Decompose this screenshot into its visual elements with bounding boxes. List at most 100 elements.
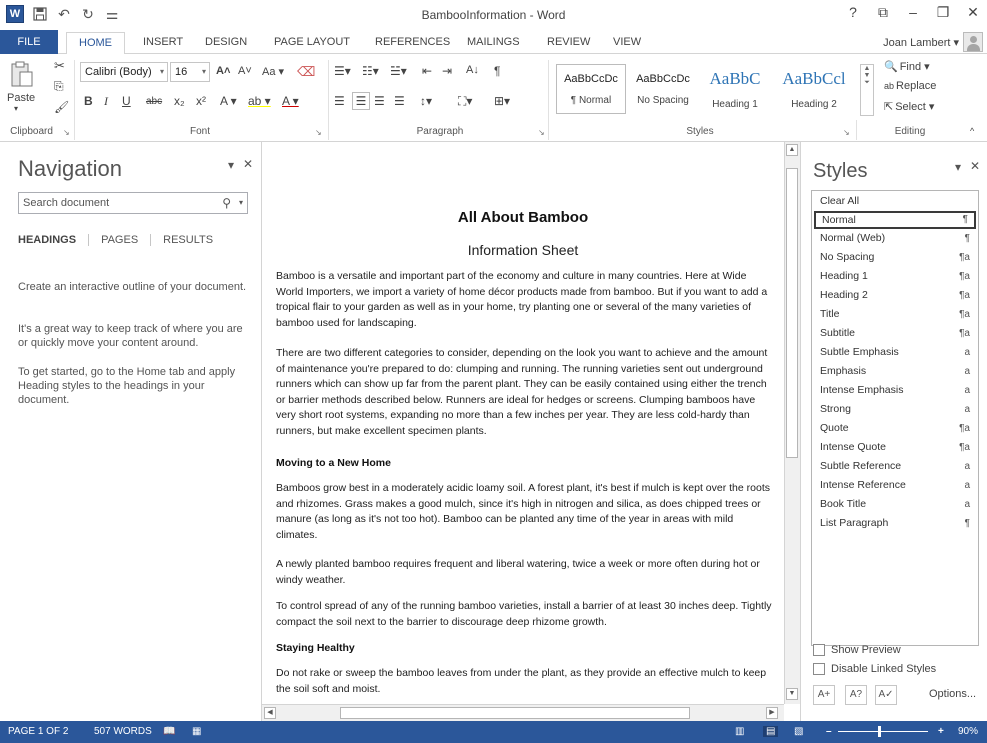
body-paragraph[interactable]: Bamboos grow best in a moderately acidic… [276, 481, 773, 543]
macro-recording-icon[interactable]: ▦ [192, 726, 201, 737]
tab-references[interactable]: REFERENCES [373, 34, 452, 54]
style-item-normal-web[interactable]: Normal (Web) ¶ [814, 230, 976, 248]
show-preview-checkbox[interactable]: Show Preview [813, 644, 901, 656]
zoom-level[interactable]: 90% [958, 726, 978, 737]
increase-indent-icon[interactable]: ⇥ [442, 64, 452, 78]
tab-home[interactable]: HOME [66, 32, 125, 55]
tab-results[interactable]: RESULTS [150, 234, 225, 246]
strikethrough-button[interactable]: abc [146, 96, 162, 107]
style-item-no-spacing[interactable]: No Spacing ¶a [814, 249, 976, 267]
styles-gallery-scroll[interactable]: ▲ ▼ ⏷ [860, 64, 874, 116]
manage-styles-icon[interactable]: A✓ [875, 685, 897, 705]
ribbon-display-options-icon[interactable]: ⧉ [875, 4, 891, 21]
cut-icon[interactable]: ✂ [54, 58, 65, 74]
center-icon[interactable]: ☰ [352, 92, 370, 110]
chevron-down-icon[interactable]: ▾ [239, 193, 243, 213]
customize-qat-icon[interactable]: ⚌ [104, 6, 120, 22]
style-item-subtitle[interactable]: Subtitle ¶a [814, 325, 976, 343]
superscript-button[interactable]: x² [196, 94, 206, 108]
font-launcher-icon[interactable]: ↘ [315, 128, 322, 137]
tab-file[interactable]: FILE [0, 30, 58, 54]
paste-button[interactable]: Paste [7, 92, 35, 104]
restore-icon[interactable]: ❐ [935, 4, 951, 21]
select-button[interactable]: ⇱ Select ▾ [884, 100, 934, 113]
vertical-scrollbar[interactable]: ▲ ▼ [784, 142, 800, 704]
style-item-subtle-emphasis[interactable]: Subtle Emphasis a [814, 344, 976, 362]
horizontal-scrollbar[interactable]: ◀ ▶ [262, 704, 784, 721]
save-icon[interactable] [32, 6, 48, 22]
styles-launcher-icon[interactable]: ↘ [843, 128, 850, 137]
multilevel-list-icon[interactable]: ☱▾ [390, 64, 407, 78]
document-page[interactable]: All About Bamboo Information Sheet Bambo… [262, 142, 784, 704]
style-item-book-title[interactable]: Book Title a [814, 496, 976, 514]
style-item-quote[interactable]: Quote ¶a [814, 420, 976, 438]
word-count[interactable]: 507 WORDS [94, 726, 152, 737]
undo-icon[interactable]: ↶ [56, 6, 72, 22]
help-icon[interactable]: ? [845, 4, 861, 21]
style-item-intense-emphasis[interactable]: Intense Emphasis a [814, 382, 976, 400]
style-item-strong[interactable]: Strong a [814, 401, 976, 419]
zoom-out-button[interactable]: – [826, 726, 832, 737]
zoom-in-button[interactable]: + [938, 726, 944, 737]
paragraph-launcher-icon[interactable]: ↘ [538, 128, 545, 137]
body-paragraph[interactable]: There are two different categories to co… [276, 346, 773, 439]
disable-linked-styles-checkbox[interactable]: Disable Linked Styles [813, 663, 936, 675]
checkbox-box[interactable] [813, 644, 825, 656]
section-heading[interactable]: Staying Healthy [276, 641, 773, 657]
sort-icon[interactable]: A↓ [466, 64, 479, 76]
font-size-combo[interactable]: 16 ▾ [170, 62, 210, 82]
scroll-thumb[interactable] [340, 707, 690, 719]
style-gallery-heading-2[interactable]: AaBbCcl Heading 2 [772, 64, 856, 114]
word-app-icon[interactable]: W [6, 5, 24, 23]
search-icon[interactable]: ⚲ [222, 193, 231, 213]
change-case-button[interactable]: Aa ▾ [262, 65, 284, 78]
italic-button[interactable]: I [104, 94, 108, 109]
style-item-heading-1[interactable]: Heading 1 ¶a [814, 268, 976, 286]
align-right-icon[interactable]: ☰ [374, 94, 385, 108]
style-item-title[interactable]: Title ¶a [814, 306, 976, 324]
show-hide-icon[interactable]: ¶ [494, 64, 500, 78]
tab-mailings[interactable]: MAILINGS [465, 34, 522, 54]
document-subtitle[interactable]: Information Sheet [262, 242, 784, 258]
tab-insert[interactable]: INSERT [141, 34, 185, 54]
scroll-down-icon[interactable]: ▼ [786, 688, 798, 700]
align-left-icon[interactable]: ☰ [334, 94, 345, 108]
style-gallery-no-spacing[interactable]: AaBbCcDc No Spacing [628, 64, 698, 114]
clipboard-launcher-icon[interactable]: ↘ [63, 128, 70, 137]
tab-headings[interactable]: HEADINGS [18, 234, 88, 246]
user-account[interactable]: Joan Lambert ▾ [883, 36, 959, 49]
shading-icon[interactable]: ⛶▾ [458, 94, 472, 109]
scroll-thumb[interactable] [786, 168, 798, 458]
text-effects-button[interactable]: A ▾ [220, 94, 237, 108]
scroll-up-icon[interactable]: ▲ [786, 144, 798, 156]
underline-button[interactable]: U [122, 94, 131, 108]
document-title[interactable]: All About Bamboo [262, 209, 784, 226]
tab-design[interactable]: DESIGN [203, 34, 249, 54]
decrease-indent-icon[interactable]: ⇤ [422, 64, 432, 78]
body-paragraph[interactable]: Bamboo is a versatile and important part… [276, 269, 773, 331]
scroll-right-icon[interactable]: ▶ [766, 707, 778, 719]
line-spacing-icon[interactable]: ↕▾ [420, 94, 432, 108]
clear-formatting-icon[interactable]: ⌫ [297, 64, 315, 80]
borders-icon[interactable]: ⊞▾ [494, 94, 510, 108]
style-item-subtle-reference[interactable]: Subtle Reference a [814, 458, 976, 476]
zoom-slider-thumb[interactable] [878, 726, 881, 737]
style-item-heading-2[interactable]: Heading 2 ¶a [814, 287, 976, 305]
style-inspector-icon[interactable]: A? [845, 685, 867, 705]
tab-review[interactable]: REVIEW [545, 34, 592, 54]
web-layout-icon[interactable]: ▧ [794, 726, 803, 737]
avatar[interactable] [963, 32, 983, 52]
style-item-list-paragraph[interactable]: List Paragraph ¶ [814, 515, 976, 533]
bold-button[interactable]: B [84, 94, 93, 108]
body-paragraph[interactable]: To control spread of any of the running … [276, 599, 773, 630]
collapse-ribbon-icon[interactable]: ^ [970, 126, 974, 136]
style-item-intense-reference[interactable]: Intense Reference a [814, 477, 976, 495]
find-button[interactable]: 🔍 Find ▾ [884, 60, 930, 73]
font-name-combo[interactable]: Calibri (Body) ▾ [80, 62, 168, 82]
grow-font-button[interactable]: A˄ [216, 65, 230, 77]
style-item-normal[interactable]: Normal ¶ [814, 211, 976, 229]
redo-icon[interactable]: ↻ [80, 6, 96, 22]
highlight-button[interactable]: ab ▾ [248, 94, 271, 108]
print-layout-icon[interactable]: ▤ [763, 726, 779, 737]
close-icon[interactable]: ✕ [243, 157, 253, 171]
